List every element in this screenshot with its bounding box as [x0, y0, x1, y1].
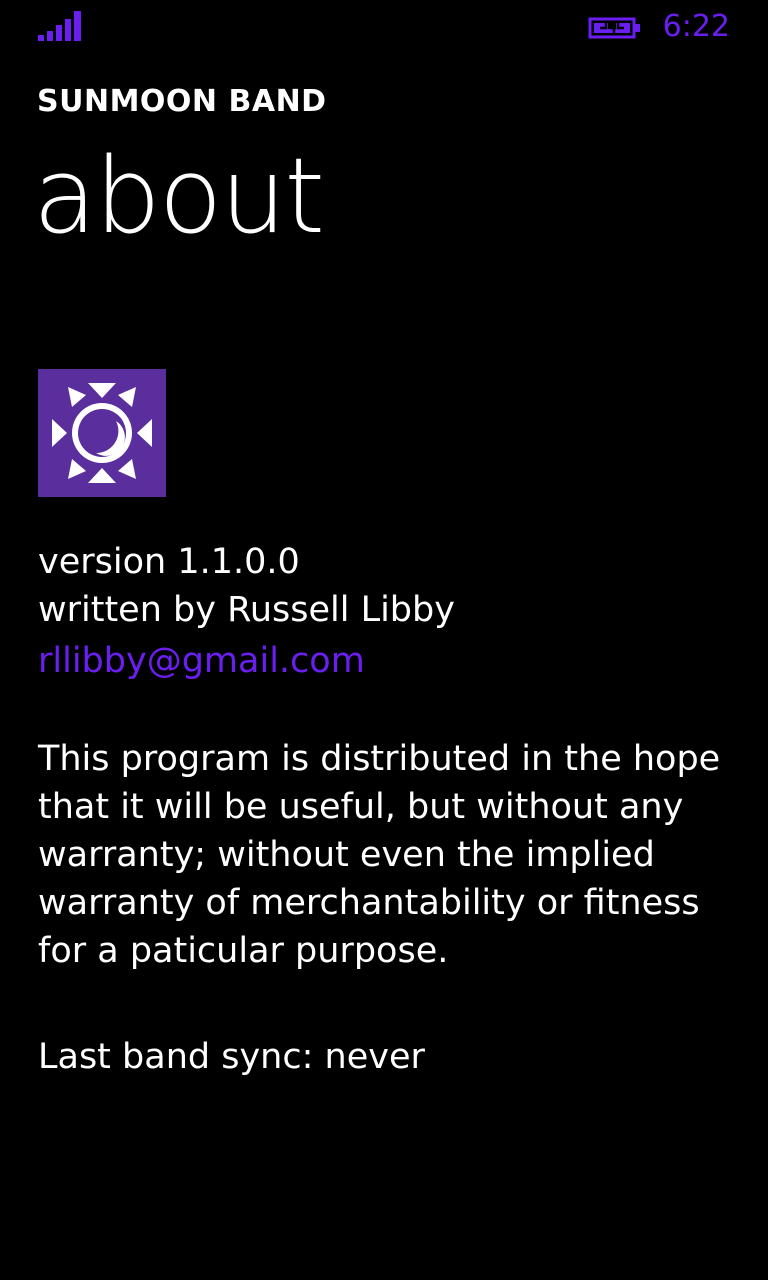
email-link[interactable]: rllibby@gmail.com [38, 634, 738, 688]
sun-moon-icon [38, 369, 166, 497]
clock: 6:22 [662, 9, 730, 44]
disclaimer-text: This program is distributed in the hope … [38, 739, 721, 971]
signal-strength-icon [38, 11, 81, 41]
author-label: written by Russell Libby [38, 590, 455, 630]
app-title: SUNMOON BAND [37, 84, 327, 119]
app-info: version 1.1.0.0 written by Russell Libby… [38, 538, 738, 688]
battery-charging-icon [588, 17, 640, 39]
sync-status: Last band sync: never [38, 1037, 425, 1077]
status-bar: 6:22 [0, 0, 768, 56]
version-label: version 1.1.0.0 [38, 542, 300, 582]
page-title: about [33, 135, 325, 257]
